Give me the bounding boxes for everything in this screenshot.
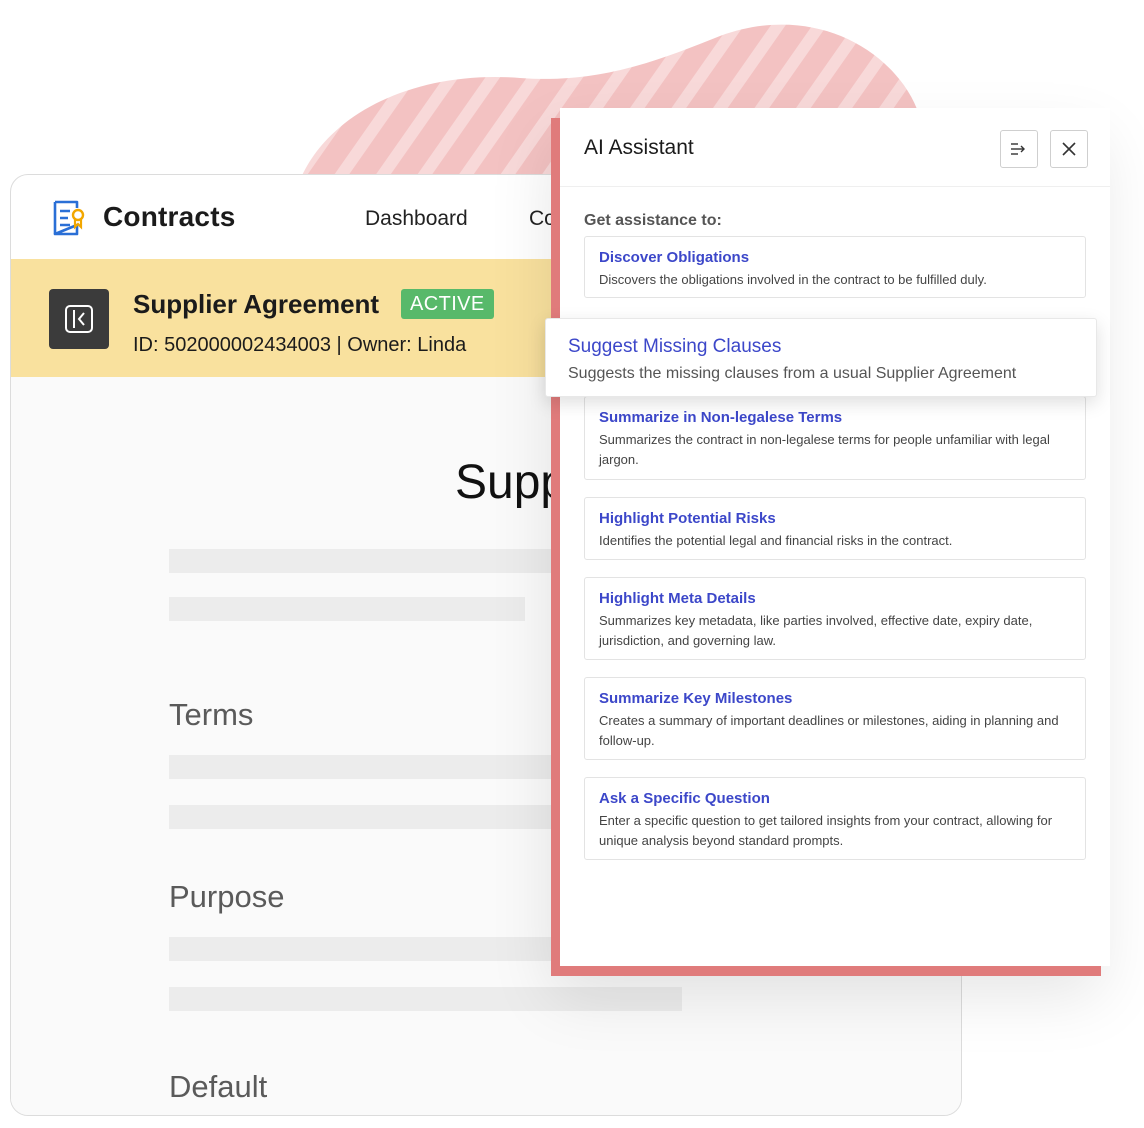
- collapse-panel-icon: [65, 305, 93, 333]
- option-title: Summarize Key Milestones: [599, 690, 793, 707]
- option-title: Highlight Potential Risks: [599, 510, 776, 527]
- option-description: Suggests the missing clauses from a usua…: [568, 365, 1017, 382]
- status-badge: ACTIVE: [401, 289, 494, 319]
- option-title: Highlight Meta Details: [599, 590, 756, 607]
- text-placeholder-line: [169, 805, 569, 829]
- section-heading-terms: Terms: [169, 697, 254, 732]
- text-placeholder-line: [169, 937, 569, 961]
- text-placeholder-line: [169, 597, 525, 621]
- nav-dashboard[interactable]: Dashboard: [365, 207, 468, 231]
- ai-assistant-body: AI Assistant Get assistance to: Discover…: [560, 108, 1110, 966]
- option-description: Enter a specific question to get tailore…: [599, 813, 1053, 848]
- option-description: Creates a summary of important deadlines…: [599, 713, 1059, 748]
- ai-assistant-title: AI Assistant: [584, 136, 694, 159]
- text-placeholder-line: [169, 987, 682, 1011]
- option-title: Summarize in Non-legalese Terms: [599, 409, 843, 426]
- option-card-summarize-non-legalese[interactable]: Summarize in Non-legalese Terms Summariz…: [584, 396, 1086, 480]
- option-title: Discover Obligations: [599, 249, 750, 266]
- ai-assistant-subtitle: Get assistance to:: [584, 212, 722, 229]
- option-description: Summarizes key metadata, like parties in…: [599, 613, 1033, 648]
- text-placeholder-line: [169, 755, 569, 779]
- close-button[interactable]: [1050, 130, 1088, 168]
- option-description: Identifies the potential legal and finan…: [599, 533, 953, 548]
- option-card-suggest-missing-clauses[interactable]: Suggest Missing Clauses Suggests the mis…: [545, 318, 1097, 397]
- ai-assistant-header: AI Assistant: [560, 108, 1110, 187]
- option-card-key-milestones[interactable]: Summarize Key Milestones Creates a summa…: [584, 677, 1086, 760]
- collapse-panel-button[interactable]: [49, 289, 109, 349]
- option-card-ask-question[interactable]: Ask a Specific Question Enter a specific…: [584, 777, 1086, 860]
- section-heading-default: Default: [169, 1069, 268, 1104]
- option-description: Discovers the obligations involved in th…: [599, 272, 987, 287]
- option-description: Summarizes the contract in non-legalese …: [599, 432, 1050, 467]
- option-card-discover-obligations[interactable]: Discover Obligations Discovers the oblig…: [584, 236, 1086, 298]
- section-heading-purpose: Purpose: [169, 879, 285, 914]
- expand-panel-button[interactable]: [1000, 130, 1038, 168]
- option-card-highlight-meta[interactable]: Highlight Meta Details Summarizes key me…: [584, 577, 1086, 660]
- option-title: Suggest Missing Clauses: [568, 336, 782, 357]
- record-meta: ID: 502000002434003 | Owner: Linda: [133, 334, 467, 356]
- option-title: Ask a Specific Question: [599, 790, 770, 807]
- ai-assistant-panel: AI Assistant Get assistance to: Discover…: [551, 108, 1110, 976]
- contracts-logo-icon: [53, 200, 85, 236]
- close-icon: [1062, 142, 1076, 156]
- expand-panel-icon: [1011, 143, 1025, 155]
- option-card-highlight-risks[interactable]: Highlight Potential Risks Identifies the…: [584, 497, 1086, 560]
- record-title: Supplier Agreement: [133, 289, 380, 319]
- text-placeholder-line: [169, 549, 569, 573]
- app-title: Contracts: [103, 201, 236, 232]
